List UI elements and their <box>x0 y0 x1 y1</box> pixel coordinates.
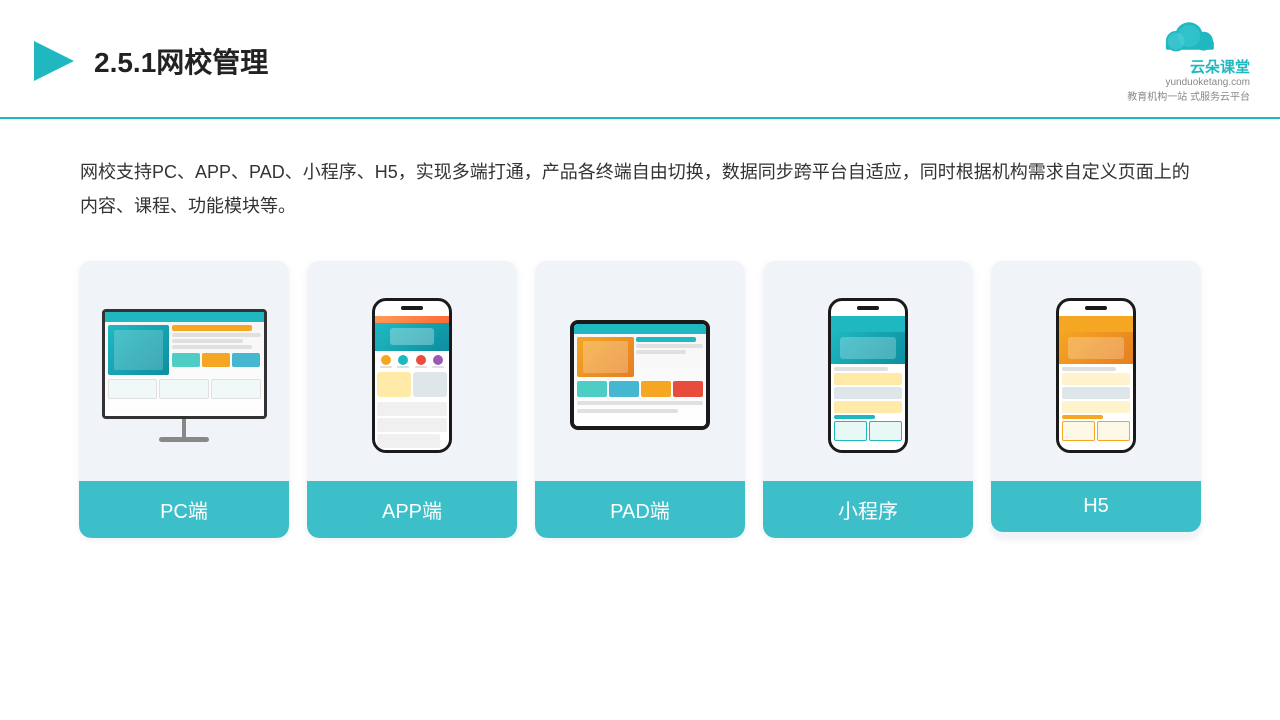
phone-mockup-mini <box>828 298 908 453</box>
play-icon <box>30 37 78 85</box>
card-pad-label: PAD端 <box>535 481 745 538</box>
card-h5-image <box>991 261 1201 481</box>
card-pc: PC端 <box>79 261 289 538</box>
card-app: APP端 <box>307 261 517 538</box>
tablet-mockup <box>570 320 710 430</box>
description-text: 网校支持PC、APP、PAD、小程序、H5，实现多端打通，产品各终端自由切换，数… <box>0 119 1280 223</box>
page-title: 2.5.1网校管理 <box>94 41 268 81</box>
logo-name: 云朵课堂 <box>1190 56 1250 77</box>
card-app-label: APP端 <box>307 481 517 538</box>
monitor-mockup <box>102 309 267 442</box>
logo-url: yunduoketang.com <box>1165 77 1250 88</box>
card-app-image <box>307 261 517 481</box>
header-left: 2.5.1网校管理 <box>30 37 268 85</box>
phone-mockup-h5 <box>1056 298 1136 453</box>
logo-icon <box>1159 18 1219 54</box>
header: 2.5.1网校管理 云朵课堂 yunduoketang.com 教育机构一站 式… <box>0 0 1280 119</box>
logo-area: 云朵课堂 yunduoketang.com 教育机构一站 式服务云平台 <box>1127 18 1250 103</box>
card-mini-image <box>763 261 973 481</box>
card-h5-label: H5 <box>991 481 1201 532</box>
card-pc-image <box>79 261 289 481</box>
logo-tagline: 教育机构一站 式服务云平台 <box>1127 88 1250 103</box>
card-mini-label: 小程序 <box>763 481 973 538</box>
card-h5: H5 <box>991 261 1201 538</box>
card-pad-image <box>535 261 745 481</box>
card-pad: PAD端 <box>535 261 745 538</box>
card-mini: 小程序 <box>763 261 973 538</box>
phone-mockup-app <box>372 298 452 453</box>
cards-container: PC端 <box>0 223 1280 538</box>
card-pc-label: PC端 <box>79 481 289 538</box>
